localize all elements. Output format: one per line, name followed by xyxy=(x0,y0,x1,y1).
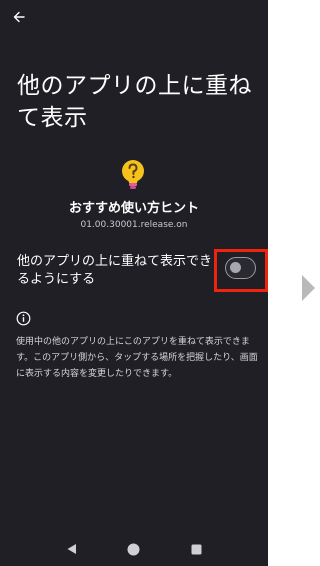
app-version: 01.00.30001.release.on xyxy=(80,220,188,230)
lightbulb-question-icon xyxy=(122,160,144,189)
app-name: おすすめ使い方ヒント xyxy=(68,201,199,216)
square-recent-icon xyxy=(191,544,202,554)
navigation-bar xyxy=(0,532,268,566)
back-button[interactable] xyxy=(8,6,30,28)
page-title: 他のアプリの上に重ねて表示 xyxy=(17,73,252,131)
info-icon xyxy=(16,311,31,326)
highlight-box xyxy=(214,249,268,292)
nav-back-button[interactable] xyxy=(64,542,78,556)
nav-recent-button[interactable] xyxy=(190,542,204,556)
nav-home-button[interactable] xyxy=(127,542,141,556)
circle-home-icon xyxy=(127,543,140,555)
overlay-permission-label[interactable]: 他のアプリの上に重ねて表示できるようにする xyxy=(17,253,217,289)
triangle-back-icon xyxy=(67,544,76,554)
permission-description: 使用中の他のアプリの上にこのアプリを重ねて表示できます。このアプリ側から、タップ… xyxy=(16,337,258,379)
next-step-arrow xyxy=(302,275,315,301)
arrow-left-icon xyxy=(13,11,25,23)
